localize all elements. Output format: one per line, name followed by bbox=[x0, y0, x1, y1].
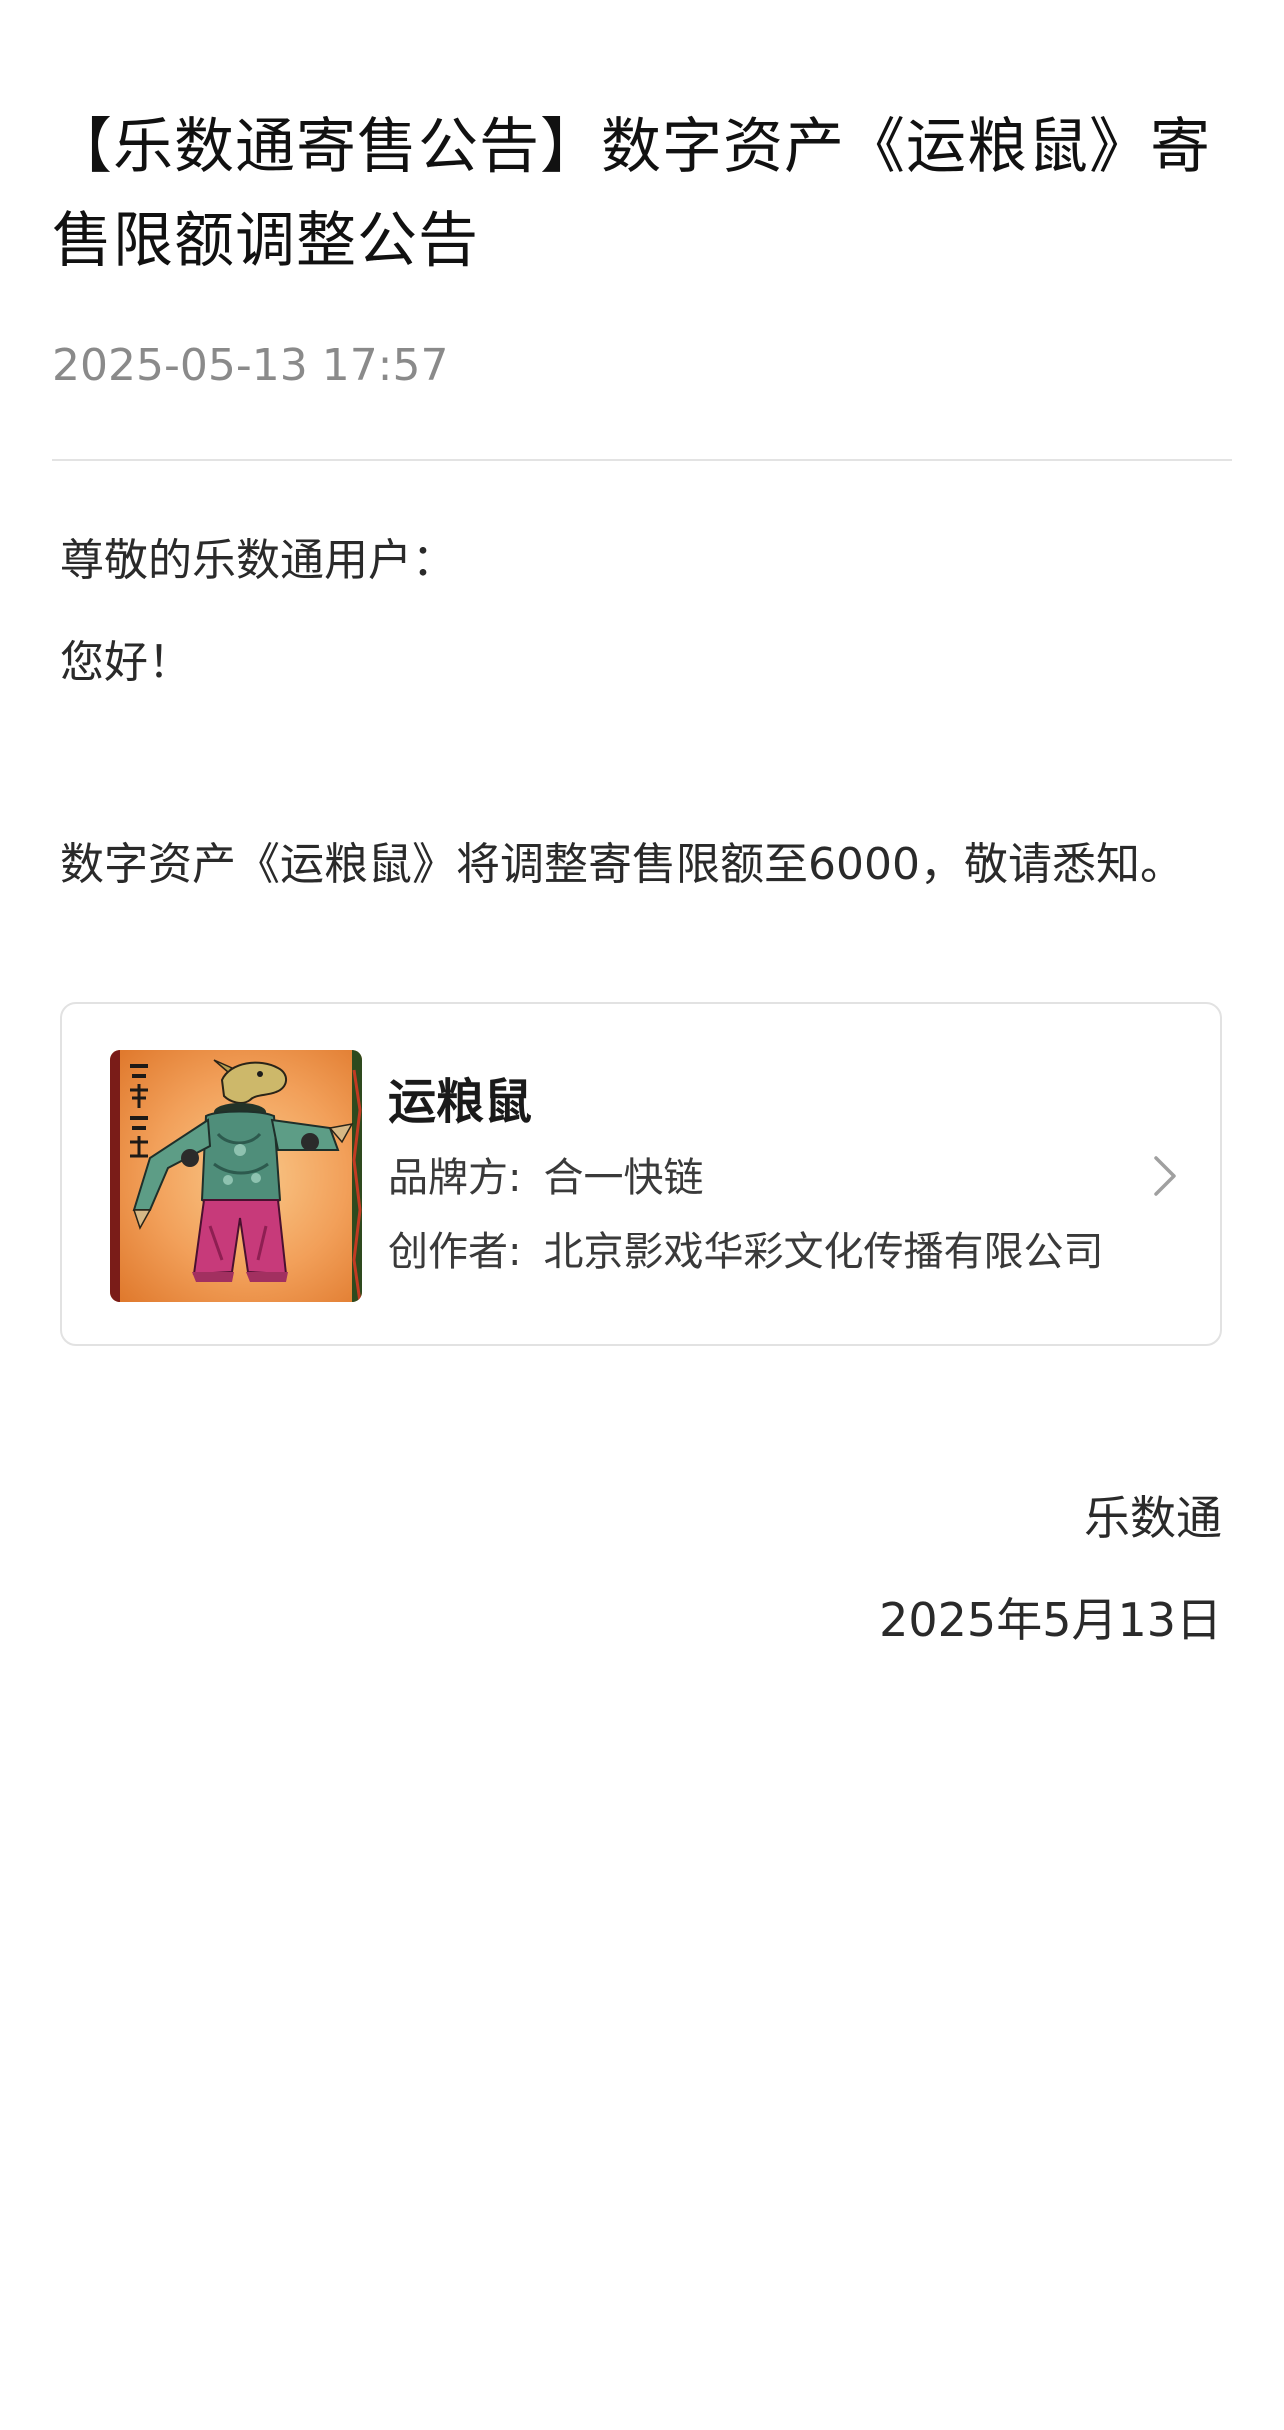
brand-label: 品牌方: bbox=[388, 1155, 522, 1201]
creator-label: 创作者: bbox=[388, 1229, 522, 1275]
signature-name: 乐数通 bbox=[1084, 1491, 1222, 1545]
brand-value: 合一快链 bbox=[543, 1155, 704, 1201]
hello-text: 您好！ bbox=[60, 637, 192, 688]
asset-name: 运粮鼠 bbox=[388, 1074, 533, 1130]
creator-row: 创作者: 北京影戏华彩文化传播有限公司 bbox=[388, 1226, 1103, 1278]
asset-image bbox=[110, 1050, 362, 1302]
signature-date: 2025年5月13日 bbox=[879, 1593, 1222, 1647]
divider bbox=[52, 459, 1232, 461]
shadow-puppet-artwork-icon bbox=[110, 1050, 362, 1302]
asset-card[interactable]: 运粮鼠 品牌方: 合一快链 创作者: 北京影戏华彩文化传播有限公司 bbox=[60, 1002, 1222, 1346]
publish-timestamp: 2025-05-13 17:57 bbox=[52, 340, 449, 391]
chevron-right-icon bbox=[1144, 1154, 1184, 1198]
brand-row: 品牌方: 合一快链 bbox=[388, 1152, 703, 1204]
article-title: 【乐数通寄售公告】数字资产《运粮鼠》寄售限额调整公告 bbox=[52, 112, 1211, 276]
announcement-page: 【乐数通寄售公告】数字资产《运粮鼠》寄售限额调整公告 2025-05-13 17… bbox=[0, 0, 1284, 2430]
announcement-body: 数字资产《运粮鼠》将调整寄售限额至6000，敬请悉知。 bbox=[60, 839, 1184, 890]
greeting-text: 尊敬的乐数通用户： bbox=[60, 535, 456, 586]
creator-value: 北京影戏华彩文化传播有限公司 bbox=[543, 1229, 1104, 1275]
